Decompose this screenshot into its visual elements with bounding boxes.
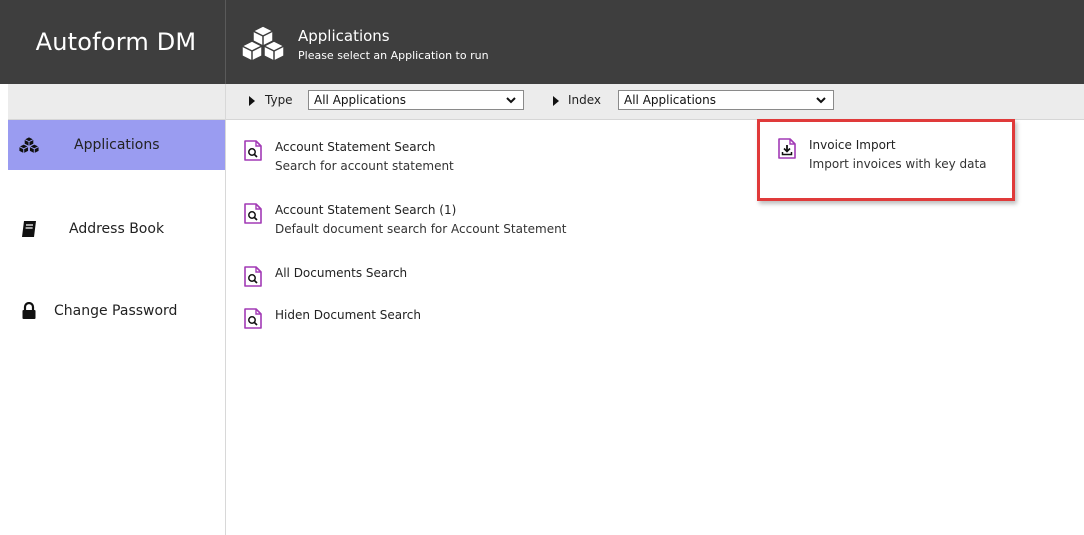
type-select[interactable]: All Applications — [308, 90, 524, 110]
sidebar-item-label: Applications — [74, 137, 160, 153]
sidebar-item-address-book[interactable]: Address Book — [8, 204, 225, 254]
app-item-account-statement-search-1[interactable]: Account Statement Search (1) Default doc… — [244, 203, 604, 243]
cubes-icon — [241, 25, 285, 62]
document-search-icon — [244, 140, 262, 161]
app-name: All Documents Search — [275, 266, 408, 280]
chevron-down-icon — [816, 97, 826, 104]
app-description: Default document search for Account Stat… — [275, 222, 567, 236]
cubes-icon — [18, 134, 40, 156]
lock-icon — [18, 300, 40, 322]
app-name: Account Statement Search — [275, 140, 436, 154]
sidebar-item-change-password[interactable]: Change Password — [8, 286, 225, 336]
document-search-icon — [244, 266, 262, 287]
filter-bar: Type All Applications Index All Applicat… — [226, 84, 1084, 120]
type-select-value: All Applications — [314, 93, 406, 107]
app-brand: Autoform DM — [35, 28, 197, 56]
index-select[interactable]: All Applications — [618, 90, 834, 110]
sidebar-header-strip — [8, 84, 225, 120]
type-filter-label: Type — [265, 93, 293, 107]
document-search-icon — [244, 203, 262, 224]
page-subtitle: Please select an Application to run — [298, 49, 489, 62]
top-header: Autoform DM Applications Please select a… — [0, 0, 1084, 84]
app-item-hiden-document-search[interactable]: Hiden Document Search — [244, 308, 464, 330]
app-name: Hiden Document Search — [275, 308, 421, 322]
sidebar-item-label: Change Password — [54, 303, 178, 319]
header-divider — [225, 0, 226, 84]
highlight-box — [757, 119, 1015, 201]
sidebar-item-label: Address Book — [69, 221, 165, 237]
document-search-icon — [244, 308, 262, 329]
index-select-value: All Applications — [624, 93, 716, 107]
address-book-icon — [18, 218, 40, 240]
app-item-account-statement-search[interactable]: Account Statement Search Search for acco… — [244, 140, 544, 180]
sidebar: Applications Address Book Change Passwor… — [8, 84, 226, 535]
caret-right-icon — [249, 96, 255, 106]
page-title: Applications — [298, 27, 390, 45]
app-name: Account Statement Search (1) — [275, 203, 457, 217]
app-description: Search for account statement — [275, 159, 454, 173]
index-filter-label: Index — [568, 93, 602, 107]
caret-right-icon — [553, 96, 559, 106]
app-item-all-documents-search[interactable]: All Documents Search — [244, 266, 464, 288]
chevron-down-icon — [506, 97, 516, 104]
sidebar-item-applications[interactable]: Applications — [8, 120, 225, 170]
